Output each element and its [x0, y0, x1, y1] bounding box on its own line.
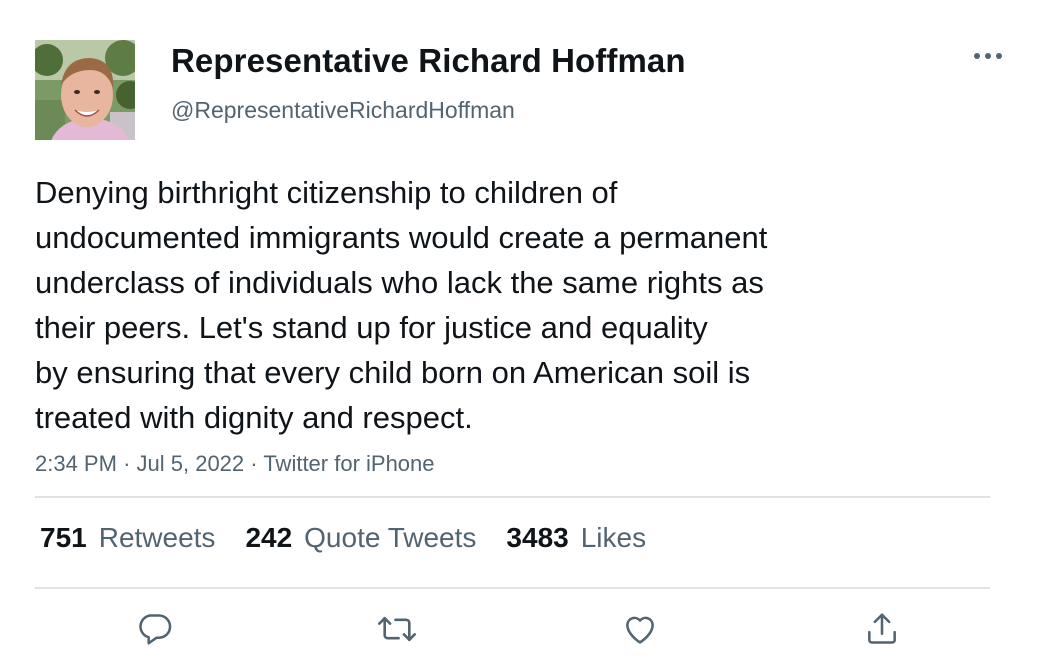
divider: [35, 587, 990, 589]
more-icon: [974, 53, 1002, 59]
retweet-button[interactable]: [376, 608, 418, 650]
tweet-text: Denying birthright citizenship to childr…: [35, 170, 935, 440]
tweet-time[interactable]: 2:34 PM: [35, 451, 117, 476]
tweet-card: Representative Richard Hoffman @Represen…: [0, 0, 1050, 660]
retweets-count: 751: [40, 522, 87, 553]
likes-stat[interactable]: 3483 Likes: [506, 522, 646, 554]
tweet-source[interactable]: Twitter for iPhone: [263, 451, 434, 476]
tweet-text-line: undocumented immigrants would create a p…: [35, 220, 768, 255]
author-handle[interactable]: @RepresentativeRichardHoffman: [171, 97, 515, 124]
tweet-text-line: their peers. Let's stand up for justice …: [35, 310, 708, 345]
author-display-name[interactable]: Representative Richard Hoffman: [171, 42, 686, 80]
quote-tweets-stat[interactable]: 242 Quote Tweets: [245, 522, 476, 554]
likes-label: Likes: [580, 522, 647, 553]
profile-photo-icon: [35, 40, 135, 140]
retweet-icon: [378, 616, 416, 642]
quote-tweets-label: Quote Tweets: [304, 522, 477, 553]
like-button[interactable]: [619, 608, 661, 650]
tweet-stats: 751 Retweets 242 Quote Tweets 3483 Likes: [40, 522, 676, 554]
heart-icon: [626, 616, 654, 644]
reply-button[interactable]: [134, 608, 176, 650]
tweet-text-line: treated with dignity and respect.: [35, 400, 473, 435]
likes-count: 3483: [506, 522, 569, 553]
retweets-label: Retweets: [98, 522, 216, 553]
retweets-stat[interactable]: 751 Retweets: [40, 522, 215, 554]
share-icon: [868, 613, 896, 644]
tweet-text-line: underclass of individuals who lack the s…: [35, 265, 764, 300]
quote-tweets-count: 242: [245, 522, 293, 553]
meta-separator: ·: [250, 451, 264, 476]
tweet-metadata: 2:34 PM · Jul 5, 2022 · Twitter for iPho…: [35, 451, 435, 477]
tweet-text-line: Denying birthright citizenship to childr…: [35, 175, 618, 210]
reply-icon: [139, 614, 172, 645]
tweet-text-line: by ensuring that every child born on Ame…: [35, 355, 751, 390]
divider: [35, 496, 990, 498]
meta-separator: ·: [123, 451, 137, 476]
tweet-date[interactable]: Jul 5, 2022: [137, 451, 245, 476]
more-options-button[interactable]: [968, 42, 1008, 70]
avatar[interactable]: [35, 40, 135, 140]
share-button[interactable]: [861, 608, 903, 650]
